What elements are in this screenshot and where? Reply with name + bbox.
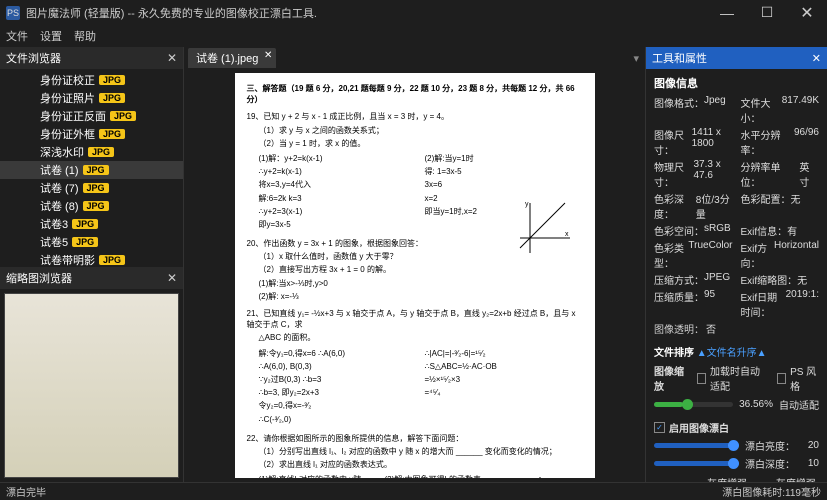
zoom-label: 图像缩放 (654, 363, 686, 393)
file-browser-close-icon[interactable]: ✕ (167, 51, 177, 65)
file-type-badge: JPG (72, 219, 98, 229)
document-tab[interactable]: 试卷 (1).jpeg ✕ (188, 48, 276, 68)
status-right: 漂白图像耗时:119毫秒 (722, 484, 821, 499)
thumbnail-browser-title: 缩略图浏览器 (6, 270, 72, 286)
maximize-button[interactable]: ☐ (747, 0, 787, 25)
properties-title: 工具和属性 (652, 50, 707, 66)
file-type-badge: JPG (110, 111, 136, 121)
file-list[interactable]: 身份证校正 JPG 身份证照片 JPG 身份证正反面 JPG 身份证外框 JPG 深浅水印 JPG… (0, 69, 183, 267)
document-page: 三、解答题（19 题 6 分，20,21 题每题 9 分，22 题 10 分，2… (235, 73, 595, 478)
file-name: 身份证外框 (40, 126, 95, 142)
file-name: 试卷 (1) (40, 162, 79, 178)
thumbnail[interactable] (4, 293, 179, 478)
file-type-badge: JPG (99, 93, 125, 103)
file-item[interactable]: 试卷带明影 JPG (0, 251, 183, 267)
file-item[interactable]: 深浅水印 JPG (0, 143, 183, 161)
image-info-title: 图像信息 (654, 75, 819, 91)
file-type-badge: JPG (99, 255, 125, 265)
enable-whiten-checkbox[interactable] (654, 422, 665, 433)
file-type-badge: JPG (99, 75, 125, 85)
menu-file[interactable]: 文件 (6, 28, 28, 44)
auto-fit-checkbox[interactable] (697, 373, 706, 384)
whiten-depth-slider[interactable] (654, 461, 739, 466)
file-item[interactable]: 试卷3 JPG (0, 215, 183, 233)
file-item[interactable]: 身份证外框 JPG (0, 125, 183, 143)
svg-text:x: x (565, 231, 569, 238)
file-item[interactable]: 试卷 (1) JPG (0, 161, 183, 179)
tab-label: 试卷 (1).jpeg (196, 53, 258, 65)
menu-help[interactable]: 帮助 (74, 28, 96, 44)
tab-close-icon[interactable]: ✕ (264, 50, 272, 61)
thumbnail-grid[interactable] (0, 289, 183, 482)
question-part: （1）求 y 与 x 之间的函数关系式； (259, 125, 583, 136)
thumbnail-browser-close-icon[interactable]: ✕ (167, 271, 177, 285)
app-logo: PS (6, 6, 20, 20)
properties-header: 工具和属性 ✕ (646, 47, 827, 69)
close-button[interactable]: ✕ (787, 0, 827, 25)
file-item[interactable]: 试卷5 JPG (0, 233, 183, 251)
file-browser-title: 文件浏览器 (6, 50, 61, 66)
file-item[interactable]: 试卷 (7) JPG (0, 179, 183, 197)
question: 19、已知 y + 2 与 x - 1 成正比例，且当 x = 3 时，y = … (247, 111, 583, 122)
file-browser-header: 文件浏览器 ✕ (0, 47, 183, 69)
tab-bar-menu-icon[interactable]: ▾ (633, 52, 645, 65)
whiten-brightness-slider[interactable] (654, 443, 739, 448)
file-name: 身份证正反面 (40, 108, 106, 124)
document-viewport[interactable]: 三、解答题（19 题 6 分，20,21 题每题 9 分，22 题 10 分，2… (184, 69, 645, 482)
file-item[interactable]: 试卷 (8) JPG (0, 197, 183, 215)
zoom-slider[interactable] (654, 402, 733, 407)
graph-figure: xy (515, 198, 575, 258)
file-name: 试卷 (7) (40, 180, 79, 196)
menu-settings[interactable]: 设置 (40, 28, 62, 44)
file-item[interactable]: 身份证照片 JPG (0, 89, 183, 107)
status-left: 漂白完毕 (6, 484, 46, 499)
question-part: （2）当 y = 1 时，求 x 的值。 (259, 138, 583, 149)
file-item[interactable]: 身份证校正 JPG (0, 71, 183, 89)
window-title: 图片魔法师 (轻量版) -- 永久免费的专业的图像校正漂白工具. (26, 5, 707, 21)
question: 21、已知直线 y₁= -½x+3 与 x 轴交于点 A，与 y 轴交于点 B，… (247, 308, 583, 330)
file-sort[interactable]: 文件排序 ▲文件名升序▲ (654, 344, 819, 359)
zoom-fit-button[interactable]: 自动适配 (779, 397, 819, 412)
file-name: 试卷带明影 (40, 252, 95, 267)
file-type-badge: JPG (72, 237, 98, 247)
heading: 三、解答题（19 题 6 分，20,21 题每题 9 分，22 题 10 分，2… (247, 83, 583, 105)
file-name: 身份证校正 (40, 72, 95, 88)
file-type-badge: JPG (83, 165, 109, 175)
question: 22、请你根据如图所示的图象所提供的信息，解答下面问题： (247, 433, 583, 444)
file-name: 深浅水印 (40, 144, 84, 160)
file-item[interactable]: 身份证正反面 JPG (0, 107, 183, 125)
zoom-percent: 36.56% (739, 399, 773, 410)
file-type-badge: JPG (88, 147, 114, 157)
file-type-badge: JPG (99, 129, 125, 139)
file-name: 试卷3 (40, 216, 68, 232)
graph-figure: l₁l₂ (525, 472, 580, 478)
file-name: 身份证照片 (40, 90, 95, 106)
file-type-badge: JPG (83, 201, 109, 211)
thumbnail-browser-header: 缩略图浏览器 ✕ (0, 267, 183, 289)
properties-close-icon[interactable]: ✕ (812, 52, 821, 65)
svg-text:y: y (525, 201, 529, 208)
minimize-button[interactable]: — (707, 0, 747, 25)
file-name: 试卷 (8) (40, 198, 79, 214)
ps-style-checkbox[interactable] (777, 373, 786, 384)
file-type-badge: JPG (83, 183, 109, 193)
file-name: 试卷5 (40, 234, 68, 250)
